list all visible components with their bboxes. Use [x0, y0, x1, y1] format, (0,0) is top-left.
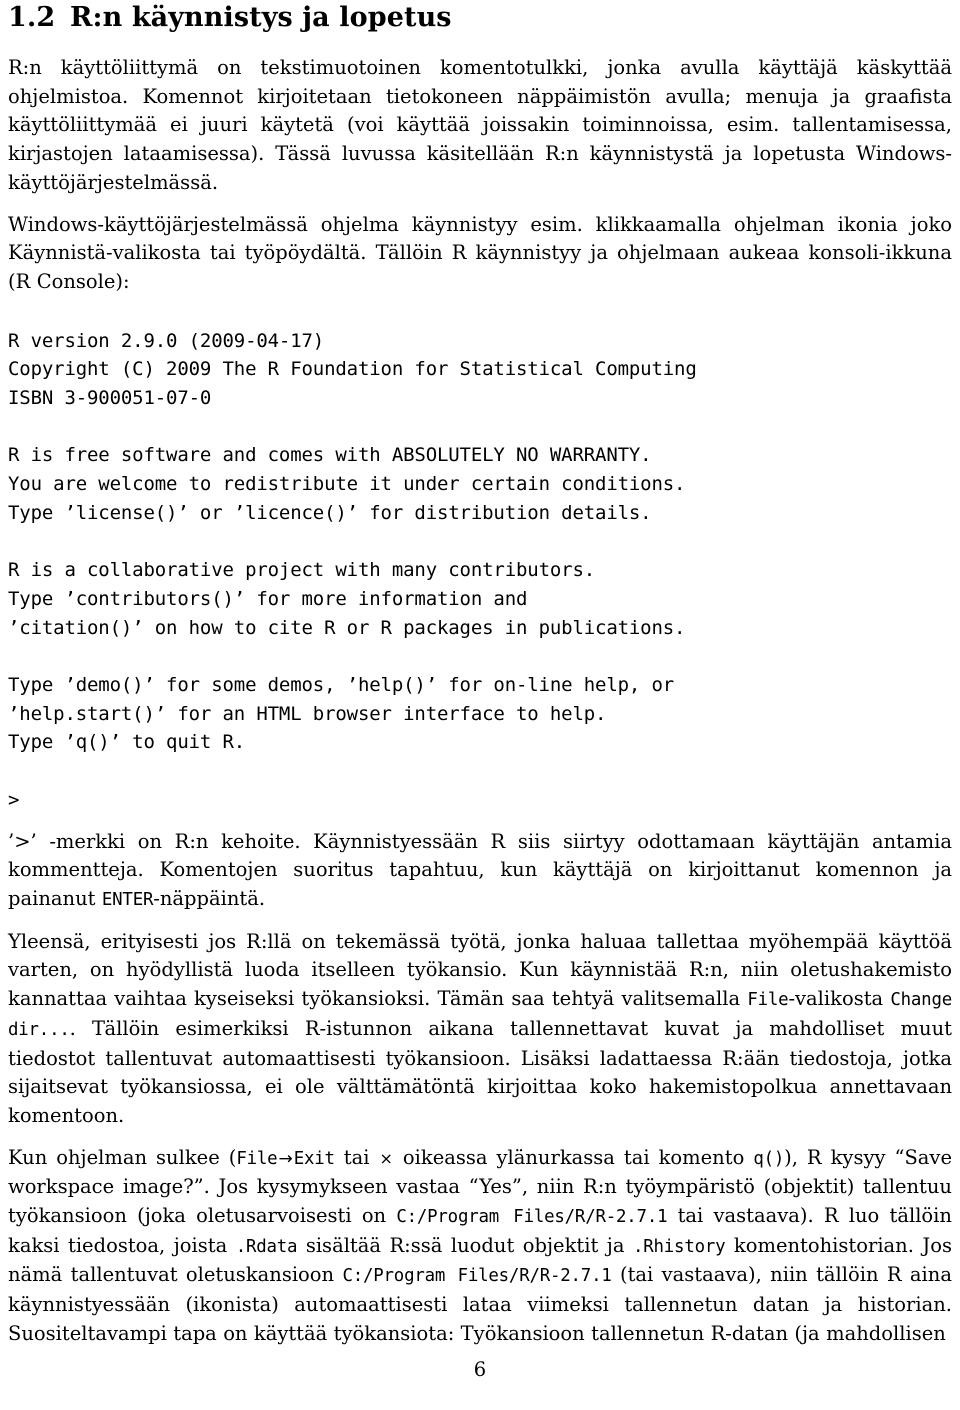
default-path-code-1: C:/Program Files/R/R-2.7.1	[396, 1207, 668, 1228]
closing-text-2: tai	[334, 1145, 379, 1169]
closing-text-1: Kun ohjelman sulkee (	[8, 1145, 237, 1169]
paragraph-workdir: Yleensä, erityisesti jos R:llä on tekemä…	[8, 928, 952, 1131]
rdata-file-code: .Rdata	[235, 1236, 298, 1257]
rhistory-file-code: .Rhistory	[632, 1236, 726, 1257]
paragraph-prompt: ’>’ -merkki on R:n kehoite. Käynnistyess…	[8, 828, 952, 915]
workdir-text-2: -valikosta	[788, 987, 891, 1011]
file-menu-code: File	[747, 990, 789, 1011]
file-menu-code-2: File	[236, 1148, 278, 1169]
paragraph-intro: R:n käyttöliittymä on tekstimuotoinen ko…	[8, 56, 952, 194]
arrow-icon: →	[278, 1148, 293, 1169]
page-title: 1.2 R:n käynnistys ja lopetus	[8, 0, 952, 34]
closing-text-6: sisältää R:ssä luodut objektit ja	[297, 1233, 633, 1257]
exit-menu-code: Exit	[293, 1148, 335, 1169]
prompt-tail-text: -näppäintä.	[153, 886, 266, 910]
section-number: 1.2	[8, 2, 56, 33]
r-console-output: R version 2.9.0 (2009-04-17) Copyright (…	[8, 327, 952, 815]
paragraph-startup: Windows-käyttöjärjestelmässä ohjelma käy…	[8, 212, 952, 293]
quit-command-code: q()	[753, 1148, 785, 1169]
document-page: 1.2 R:n käynnistys ja lopetus R:n käyttö…	[0, 0, 960, 1410]
paragraph-closing: Kun ohjelman sulkee (File→Exit tai × oik…	[8, 1144, 952, 1349]
close-icon: ×	[379, 1148, 393, 1168]
console-text: R version 2.9.0 (2009-04-17) Copyright (…	[8, 329, 697, 811]
workdir-text-3: . Tällöin esimerkiksi R-istunnon aikana …	[8, 1016, 952, 1127]
enter-key-code: ENTER	[101, 889, 154, 910]
section-title: R:n käynnistys ja lopetus	[70, 2, 452, 33]
default-path-code-2: C:/Program Files/R/R-2.7.1	[342, 1266, 612, 1287]
closing-text-3: oikeassa ylänurkassa tai komento	[393, 1145, 754, 1169]
page-number: 6	[473, 1358, 487, 1381]
